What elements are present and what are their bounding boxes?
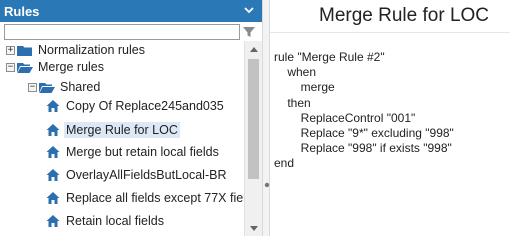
- home-icon: [46, 100, 60, 112]
- tree-scrollbar[interactable]: [244, 41, 262, 236]
- code-line: when: [274, 65, 317, 80]
- tree-node-label: OverlayAllFieldsButLocal-BR: [66, 168, 227, 182]
- tree-node-normalization-rules[interactable]: + Normalization rules: [6, 41, 147, 59]
- filter-input[interactable]: [4, 24, 240, 40]
- home-icon: [46, 124, 60, 136]
- tree-node-rule[interactable]: Merge but retain local fields: [46, 143, 221, 161]
- filter-icon[interactable]: [242, 25, 256, 39]
- home-icon: [46, 215, 60, 227]
- tree-node-rule[interactable]: Retain local fields: [46, 212, 166, 230]
- tree-node-rule[interactable]: OverlayAllFieldsButLocal-BR: [46, 166, 228, 184]
- filter-row: [4, 23, 256, 41]
- rule-code-editor[interactable]: rule "Merge Rule #2" when merge then Rep…: [274, 50, 510, 172]
- tree-node-label: Retain local fields: [66, 214, 164, 228]
- rule-title: Merge Rule for LOC: [319, 5, 490, 26]
- tree-node-label: Merge but retain local fields: [66, 145, 219, 159]
- home-icon: [46, 169, 60, 181]
- code-line: Replace "998" if exists "998": [274, 141, 452, 156]
- expand-icon[interactable]: +: [6, 45, 15, 55]
- tree-node-label: Copy Of Replace245and035: [66, 99, 224, 113]
- code-line: rule "Merge Rule #2": [274, 50, 385, 64]
- tree-node-rule-selected[interactable]: Merge Rule for LOC: [46, 121, 180, 139]
- scroll-up-icon[interactable]: [245, 41, 262, 57]
- rule-editor-panel: Merge Rule for LOC rule "Merge Rule #2" …: [270, 0, 510, 236]
- scroll-down-icon[interactable]: [245, 220, 262, 236]
- tree-node-rule[interactable]: Copy Of Replace245and035: [46, 97, 226, 115]
- tree-node-label: Merge Rule for LOC: [64, 122, 180, 138]
- scrollbar-thumb[interactable]: [248, 59, 259, 179]
- tree-node-label: Shared: [60, 80, 101, 94]
- tree-node-label: Merge rules: [38, 60, 104, 74]
- open-folder-icon: [17, 62, 33, 73]
- tree-node-shared[interactable]: − Shared: [28, 78, 102, 96]
- tree-node-label: Replace all fields except 77X fields: [66, 191, 260, 205]
- rules-tree: + Normalization rules − Merge rules − Sh…: [0, 41, 259, 236]
- tree-node-merge-rules[interactable]: − Merge rules: [6, 58, 106, 76]
- home-icon: [46, 192, 60, 204]
- panel-splitter[interactable]: [262, 0, 270, 236]
- collapse-icon[interactable]: −: [28, 82, 37, 92]
- rules-panel-title: Rules: [4, 3, 40, 19]
- open-folder-icon: [39, 82, 55, 93]
- chevron-down-icon[interactable]: [242, 3, 256, 17]
- tree-node-rule[interactable]: Replace all fields except 77X fields: [46, 189, 261, 207]
- tree-node-label: Normalization rules: [38, 43, 145, 57]
- rules-panel: Rules + Normalization rules − Merge rule…: [0, 0, 262, 236]
- home-icon: [46, 146, 60, 158]
- divider: [270, 32, 510, 33]
- collapse-icon[interactable]: −: [6, 62, 15, 72]
- code-line: merge: [274, 80, 335, 95]
- code-line: Replace "9*" excluding "998": [274, 126, 454, 141]
- code-line: ReplaceControl "001": [274, 110, 416, 125]
- code-line: then: [274, 95, 311, 110]
- rules-panel-header: Rules: [0, 0, 262, 22]
- code-line: end: [274, 156, 295, 171]
- folder-icon: [17, 45, 32, 56]
